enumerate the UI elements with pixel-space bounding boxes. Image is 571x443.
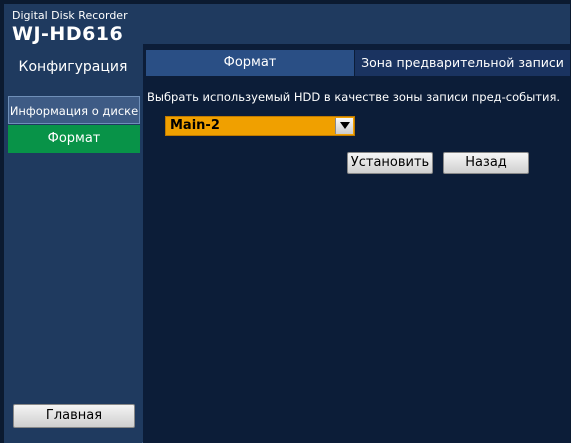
description-text: Выбрать используемый HDD в качестве зоны…	[147, 90, 561, 104]
hdd-select[interactable]: Main-2	[165, 116, 355, 136]
sidebar-item-format[interactable]: Формат	[8, 125, 140, 153]
dropdown-arrow-icon[interactable]	[335, 118, 353, 134]
sidebar-item-disk-info[interactable]: Информация о диске	[8, 96, 140, 124]
hdd-select-value: Main-2	[170, 118, 220, 133]
back-button[interactable]: Назад	[443, 152, 529, 174]
model-title: WJ-HD616	[12, 23, 124, 45]
header: Digital Disk Recorder WJ-HD616	[4, 4, 570, 44]
tab-format[interactable]: Формат	[146, 50, 354, 76]
set-button[interactable]: Установить	[347, 152, 433, 174]
brand-label: Digital Disk Recorder	[12, 9, 128, 22]
main-panel: Формат Зона предварительной записи Выбра…	[143, 44, 570, 443]
tab-pre-event-zone[interactable]: Зона предварительной записи	[355, 50, 570, 76]
sidebar: Конфигурация Информация о диске Формат Г…	[4, 44, 142, 443]
sidebar-title: Конфигурация	[18, 59, 128, 75]
home-button[interactable]: Главная	[13, 404, 135, 428]
